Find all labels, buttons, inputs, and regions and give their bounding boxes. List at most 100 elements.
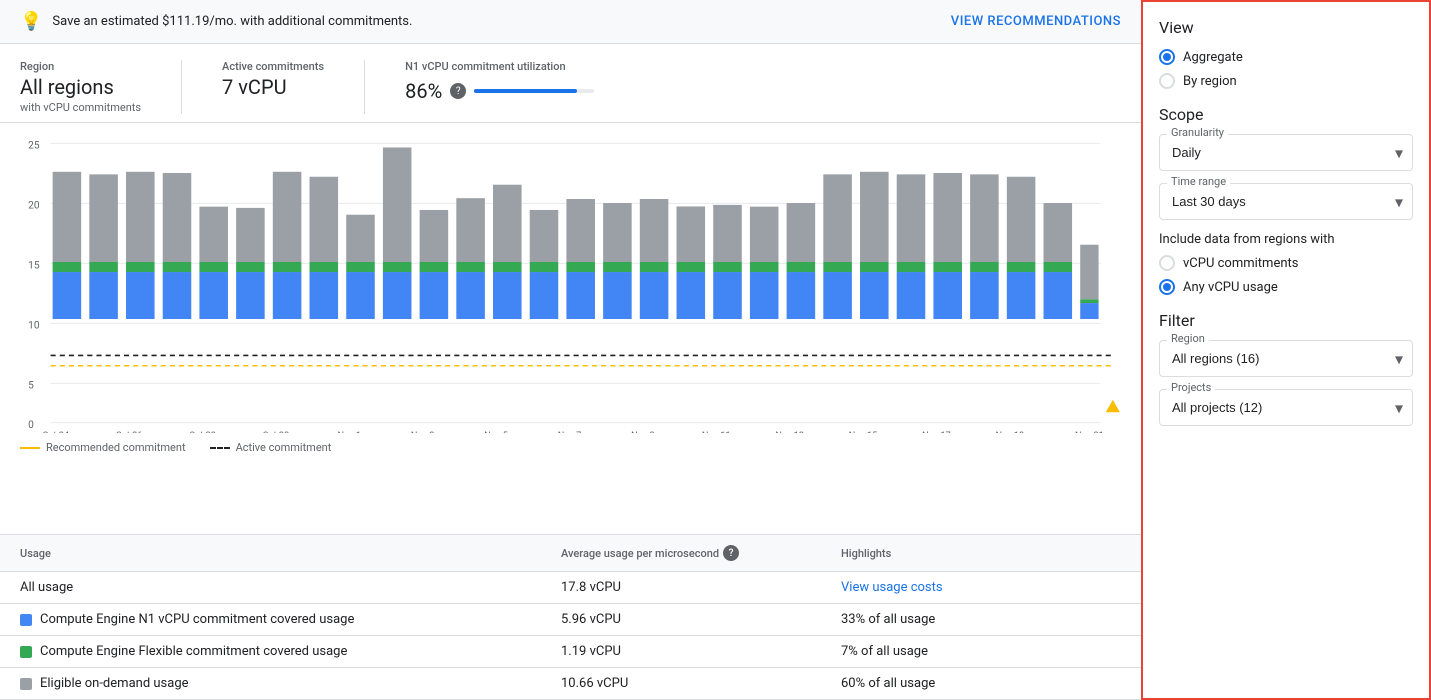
projects-filter-dropdown[interactable]: All projects (12) — [1159, 389, 1413, 426]
svg-text:Oct 30: Oct 30 — [263, 430, 290, 433]
bar-green-1 — [89, 262, 118, 272]
bar-blue-28 — [1080, 303, 1098, 319]
view-section: View Aggregate By region — [1159, 18, 1413, 89]
view-byregion-radio[interactable] — [1159, 73, 1175, 89]
bar-blue-24 — [933, 272, 962, 319]
svg-text:20: 20 — [28, 198, 40, 211]
bar-gray-2 — [126, 172, 155, 262]
svg-text:Oct 24: Oct 24 — [42, 430, 69, 433]
bar-blue-19 — [750, 272, 779, 319]
table-row-3: Eligible on-demand usage 10.66 vCPU 60% … — [0, 668, 1141, 700]
banner-left: 💡 Save an estimated $111.19/mo. with add… — [20, 11, 412, 32]
color-dot-gray — [20, 678, 32, 690]
lightbulb-icon: 💡 — [20, 11, 42, 32]
projects-filter-label: Projects — [1167, 381, 1215, 394]
bar-gray-8 — [346, 215, 375, 262]
view-aggregate-radio[interactable] — [1159, 49, 1175, 65]
bar-gray-5 — [236, 208, 265, 262]
include-vcpu-label: vCPU commitments — [1183, 256, 1298, 271]
bar-green-18 — [713, 262, 742, 272]
include-any-label: Any vCPU usage — [1183, 280, 1278, 295]
legend-active-label: Active commitment — [236, 441, 332, 454]
bar-green-23 — [897, 262, 926, 272]
bar-gray-6 — [273, 172, 302, 262]
utilization-bar-container: 86% ? — [405, 79, 594, 103]
include-vcpu-radio[interactable] — [1159, 255, 1175, 271]
svg-text:Nov 13: Nov 13 — [775, 430, 804, 433]
bar-gray-26 — [1007, 177, 1036, 262]
cell-avg-3: 10.66 vCPU — [561, 676, 841, 691]
main-content: 💡 Save an estimated $111.19/mo. with add… — [0, 0, 1141, 700]
view-usage-costs-link[interactable]: View usage costs — [841, 580, 943, 595]
granularity-dropdown-container: Granularity Daily ▾ — [1159, 134, 1413, 171]
bar-gray-12 — [493, 185, 522, 262]
cell-highlight-1: 33% of all usage — [841, 612, 1121, 627]
svg-text:Nov 17: Nov 17 — [922, 430, 951, 433]
include-vcpu-commitments[interactable]: vCPU commitments — [1159, 255, 1413, 271]
view-recommendations-link[interactable]: VIEW RECOMMENDATIONS — [951, 14, 1121, 29]
utilization-bar — [474, 89, 594, 93]
cell-avg-2: 1.19 vCPU — [561, 644, 841, 659]
svg-text:15: 15 — [28, 258, 40, 271]
bar-blue-23 — [897, 272, 926, 319]
col-avg-header: Average usage per microsecond ? — [561, 545, 841, 561]
bar-green-2 — [126, 262, 155, 272]
bar-gray-10 — [420, 210, 449, 262]
svg-text:Nov 19: Nov 19 — [996, 430, 1025, 433]
bar-gray-4 — [199, 207, 228, 262]
bar-gray-25 — [970, 174, 999, 262]
bar-gray-23 — [897, 174, 926, 262]
bar-blue-4 — [199, 272, 228, 319]
legend-recommended: Recommended commitment — [20, 441, 186, 454]
view-aggregate-option[interactable]: Aggregate — [1159, 49, 1413, 65]
bar-green-11 — [456, 262, 485, 272]
bar-blue-12 — [493, 272, 522, 319]
svg-text:Nov 1: Nov 1 — [337, 430, 361, 433]
legend-recommended-label: Recommended commitment — [46, 441, 186, 454]
bar-green-22 — [860, 262, 889, 272]
bar-green-5 — [236, 262, 265, 272]
region-filter-dropdown[interactable]: All regions (16) — [1159, 340, 1413, 377]
include-any-vcpu[interactable]: Any vCPU usage — [1159, 279, 1413, 295]
table-section: Usage Average usage per microsecond ? Hi… — [0, 534, 1141, 700]
include-label: Include data from regions with — [1159, 232, 1413, 247]
bar-blue-16 — [640, 272, 669, 319]
table-row-0: All usage 17.8 vCPU View usage costs — [0, 572, 1141, 604]
bar-gray-21 — [823, 174, 852, 262]
cell-highlight-0[interactable]: View usage costs — [841, 580, 1121, 595]
cell-highlight-2: 7% of all usage — [841, 644, 1121, 659]
svg-text:Nov 9: Nov 9 — [631, 430, 655, 433]
help-icon[interactable]: ? — [450, 83, 466, 99]
chart-wrapper: 25 20 15 10 5 0 — [20, 133, 1121, 433]
avg-help-icon[interactable]: ? — [723, 545, 739, 561]
bar-green-3 — [163, 262, 192, 272]
granularity-dropdown[interactable]: Daily — [1159, 134, 1413, 171]
utilization-stat: N1 vCPU commitment utilization 86% ? — [405, 60, 594, 114]
view-byregion-option[interactable]: By region — [1159, 73, 1413, 89]
bar-green-8 — [346, 262, 375, 272]
view-byregion-label: By region — [1183, 74, 1237, 89]
bar-gray-17 — [677, 206, 706, 262]
bar-green-21 — [823, 262, 852, 272]
cell-highlight-3: 60% of all usage — [841, 676, 1121, 691]
bar-green-6 — [273, 262, 302, 272]
cell-usage-1: Compute Engine N1 vCPU commitment covere… — [20, 612, 561, 627]
bar-green-27 — [1044, 262, 1073, 272]
bar-green-13 — [530, 262, 559, 272]
region-sub: with vCPU commitments — [20, 101, 141, 114]
chart-area: 25 20 15 10 5 0 — [0, 123, 1141, 534]
cell-avg-0: 17.8 vCPU — [561, 580, 841, 595]
view-radio-group: Aggregate By region — [1159, 49, 1413, 89]
time-range-dropdown[interactable]: Last 30 days — [1159, 183, 1413, 220]
bar-green-12 — [493, 262, 522, 272]
bar-blue-6 — [273, 272, 302, 319]
bar-blue-3 — [163, 272, 192, 319]
stat-divider-2 — [364, 60, 365, 114]
include-any-radio[interactable] — [1159, 279, 1175, 295]
bar-gray-16 — [640, 199, 669, 262]
bar-blue-21 — [823, 272, 852, 319]
bar-gray-13 — [530, 210, 559, 262]
filter-section: Filter Region All regions (16) ▾ Project… — [1159, 311, 1413, 426]
bar-blue-26 — [1007, 272, 1036, 319]
legend-active-line — [210, 447, 230, 449]
